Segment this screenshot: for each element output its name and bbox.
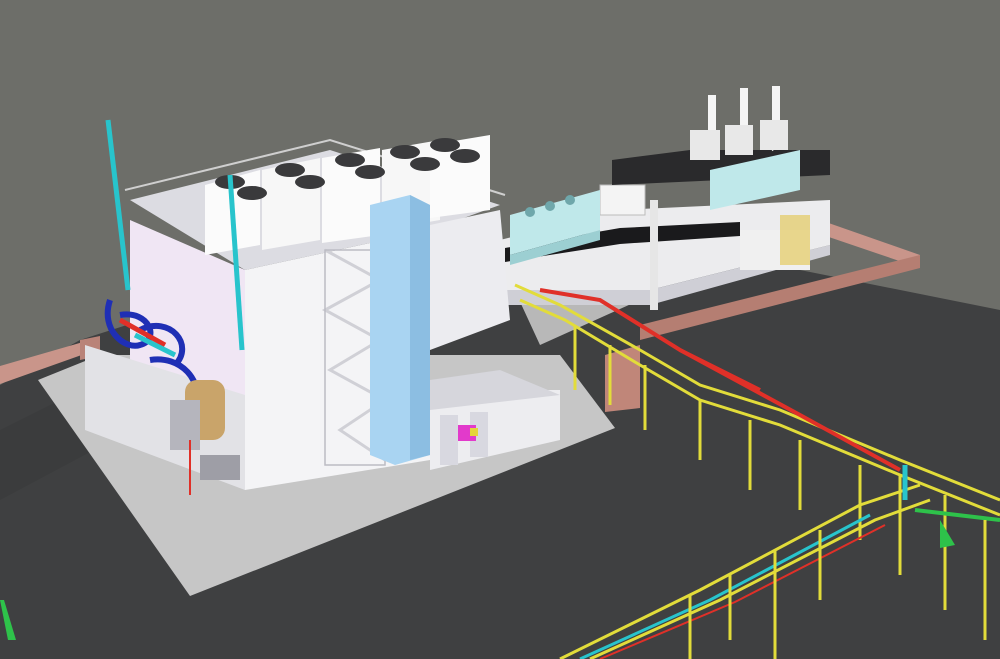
stair-tower xyxy=(370,195,430,465)
3d-model-viewport[interactable] xyxy=(0,0,1000,659)
plant-3d-scene[interactable] xyxy=(0,0,1000,659)
